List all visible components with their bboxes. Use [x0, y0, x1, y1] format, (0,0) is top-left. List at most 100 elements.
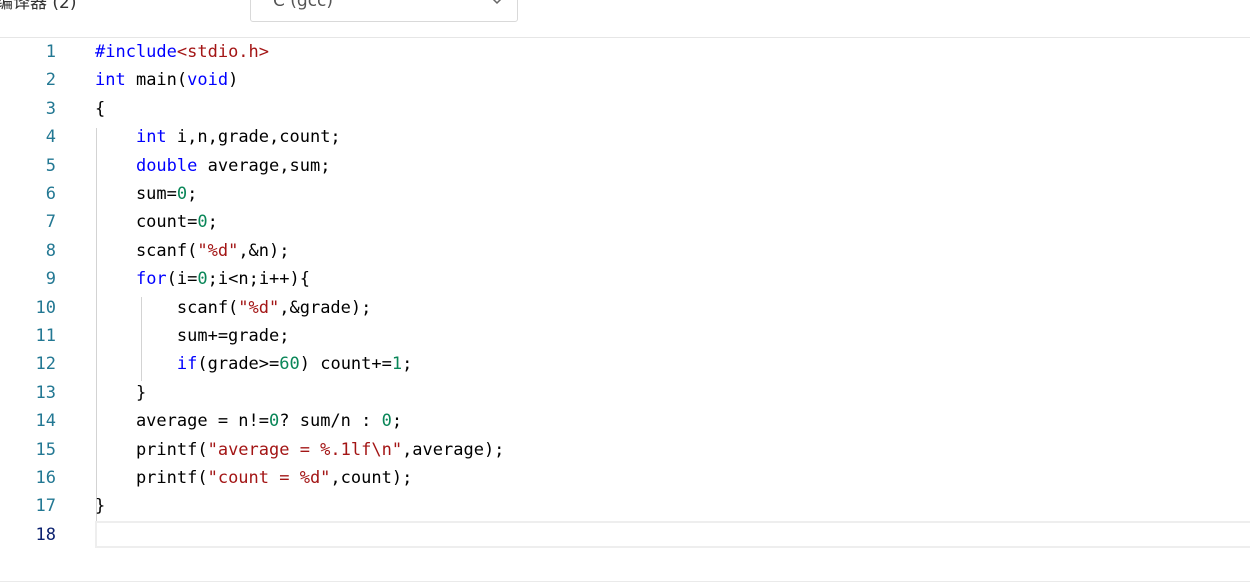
line-number: 12 — [35, 354, 56, 375]
code-token: 0 — [269, 411, 280, 432]
code-token: i,n,grade,count; — [166, 127, 341, 148]
code-line[interactable]: 7 count=0; — [0, 208, 1250, 236]
code-token: "count = %d" — [207, 468, 331, 488]
line-number: 5 — [45, 155, 56, 176]
code-line[interactable]: 10 scanf("%d",&grade); — [0, 294, 1250, 322]
code-line[interactable]: 3{ — [0, 95, 1250, 123]
code-text: { — [95, 95, 105, 123]
code-line[interactable]: 11 sum+=grade; — [0, 322, 1250, 350]
line-number: 8 — [45, 240, 56, 261]
editor-bottom-border — [0, 581, 1250, 582]
code-token: scanf( — [95, 240, 198, 261]
code-text: printf("average = %.1lf\n",average); — [95, 436, 504, 464]
code-text: for(i=0;i<n;i++){ — [95, 265, 310, 293]
line-number: 2 — [45, 70, 56, 91]
compiler-select[interactable]: C (gcc) — [250, 0, 518, 22]
code-token: ; — [391, 411, 403, 432]
code-token: average = n!= — [95, 411, 269, 432]
line-number: 13 — [35, 382, 56, 403]
code-token: sum= — [95, 184, 177, 204]
code-token: ,&grade); — [279, 297, 372, 318]
code-token: 0 — [197, 212, 208, 233]
code-text: scanf("%d",&n); — [95, 237, 290, 265]
code-line[interactable]: 18 — [0, 521, 1250, 549]
code-line[interactable]: 14 average = n!=0? sum/n : 0; — [0, 407, 1250, 435]
code-token: ,average); — [402, 439, 505, 460]
code-token: printf( — [95, 439, 208, 460]
code-line[interactable]: 13 } — [0, 379, 1250, 407]
code-token: ) — [228, 70, 239, 91]
code-token: ;i<n;i++){ — [207, 269, 310, 290]
code-token: 60 — [279, 354, 300, 375]
code-editor[interactable]: 1 #include<stdio.h> 2 int main(void) 3{4 int… — [0, 38, 1250, 582]
code-line[interactable]: 15 printf("average = %.1lf\n",average); — [0, 436, 1250, 464]
line-number: 6 — [45, 184, 56, 204]
code-token: int — [95, 70, 126, 91]
line-number: 10 — [35, 297, 56, 318]
line-number: 16 — [35, 468, 56, 488]
code-token: if — [176, 354, 198, 375]
code-token: main( — [125, 70, 188, 91]
code-token: } — [95, 496, 106, 517]
code-token: scanf( — [95, 297, 239, 318]
code-token: "%d" — [238, 297, 280, 318]
line-number: 14 — [35, 411, 56, 432]
code-token: #include — [95, 42, 177, 62]
code-token: { — [95, 98, 106, 119]
code-token: (i= — [166, 269, 198, 290]
code-line[interactable]: 2 int main(void) — [0, 66, 1250, 94]
code-token: ) count+= — [299, 354, 392, 375]
code-token: ; — [402, 354, 413, 375]
code-token: for — [135, 269, 167, 290]
code-token: average,sum; — [197, 155, 331, 176]
code-token: 0 — [197, 269, 208, 290]
line-number: 3 — [45, 98, 56, 119]
code-text: int main(void) — [95, 66, 238, 94]
code-text: average = n!=0? sum/n : 0; — [95, 407, 402, 435]
code-text: count=0; — [95, 208, 218, 236]
code-line[interactable]: 12 if(grade>=60) count+=1; — [0, 350, 1250, 378]
code-token: double — [135, 155, 198, 176]
line-number: 11 — [35, 326, 56, 346]
code-token: } — [95, 382, 147, 403]
code-token: ; — [187, 184, 198, 204]
code-token: "%d" — [197, 240, 239, 261]
code-text: } — [95, 492, 105, 520]
code-line[interactable]: 6 sum=0; — [0, 180, 1250, 208]
code-line[interactable]: 4 int i,n,grade,count; — [0, 123, 1250, 151]
code-text: int i,n,grade,count; — [95, 123, 341, 151]
code-token: ; — [207, 212, 218, 233]
code-token: ? sum/n : — [279, 411, 382, 432]
code-token: 1 — [391, 354, 403, 375]
code-text: scanf("%d",&grade); — [95, 294, 372, 322]
line-number: 1 — [45, 42, 56, 62]
code-line[interactable]: 5 double average,sum; — [0, 152, 1250, 180]
editor-toolbar: 编译器 (2) C (gcc) — [0, 0, 1250, 38]
code-token: void — [187, 70, 229, 91]
code-token: count= — [95, 212, 198, 233]
code-text: } — [95, 379, 146, 407]
code-token: 0 — [176, 184, 188, 204]
code-line[interactable]: 17} — [0, 492, 1250, 520]
code-line[interactable]: 8 scanf("%d",&n); — [0, 237, 1250, 265]
line-number: 9 — [45, 269, 56, 290]
code-text: sum=0; — [95, 180, 197, 208]
code-text: double average,sum; — [95, 152, 330, 180]
code-line[interactable]: 16 printf("count = %d",count); — [0, 464, 1250, 492]
code-token: sum+=grade; — [95, 326, 290, 346]
line-number: 4 — [45, 127, 56, 148]
line-number: 18 — [35, 524, 56, 545]
code-text: if(grade>=60) count+=1; — [95, 350, 412, 378]
code-line[interactable]: 1 #include<stdio.h> — [0, 38, 1250, 66]
code-text: #include<stdio.h> — [95, 38, 269, 66]
line-number: 15 — [35, 439, 56, 460]
code-token: "average = %.1lf\n" — [207, 439, 403, 460]
code-token: (grade>= — [197, 354, 280, 375]
code-line[interactable]: 9 for(i=0;i<n;i++){ — [0, 265, 1250, 293]
code-token: int — [135, 127, 167, 148]
code-text: printf("count = %d",count); — [95, 464, 412, 492]
